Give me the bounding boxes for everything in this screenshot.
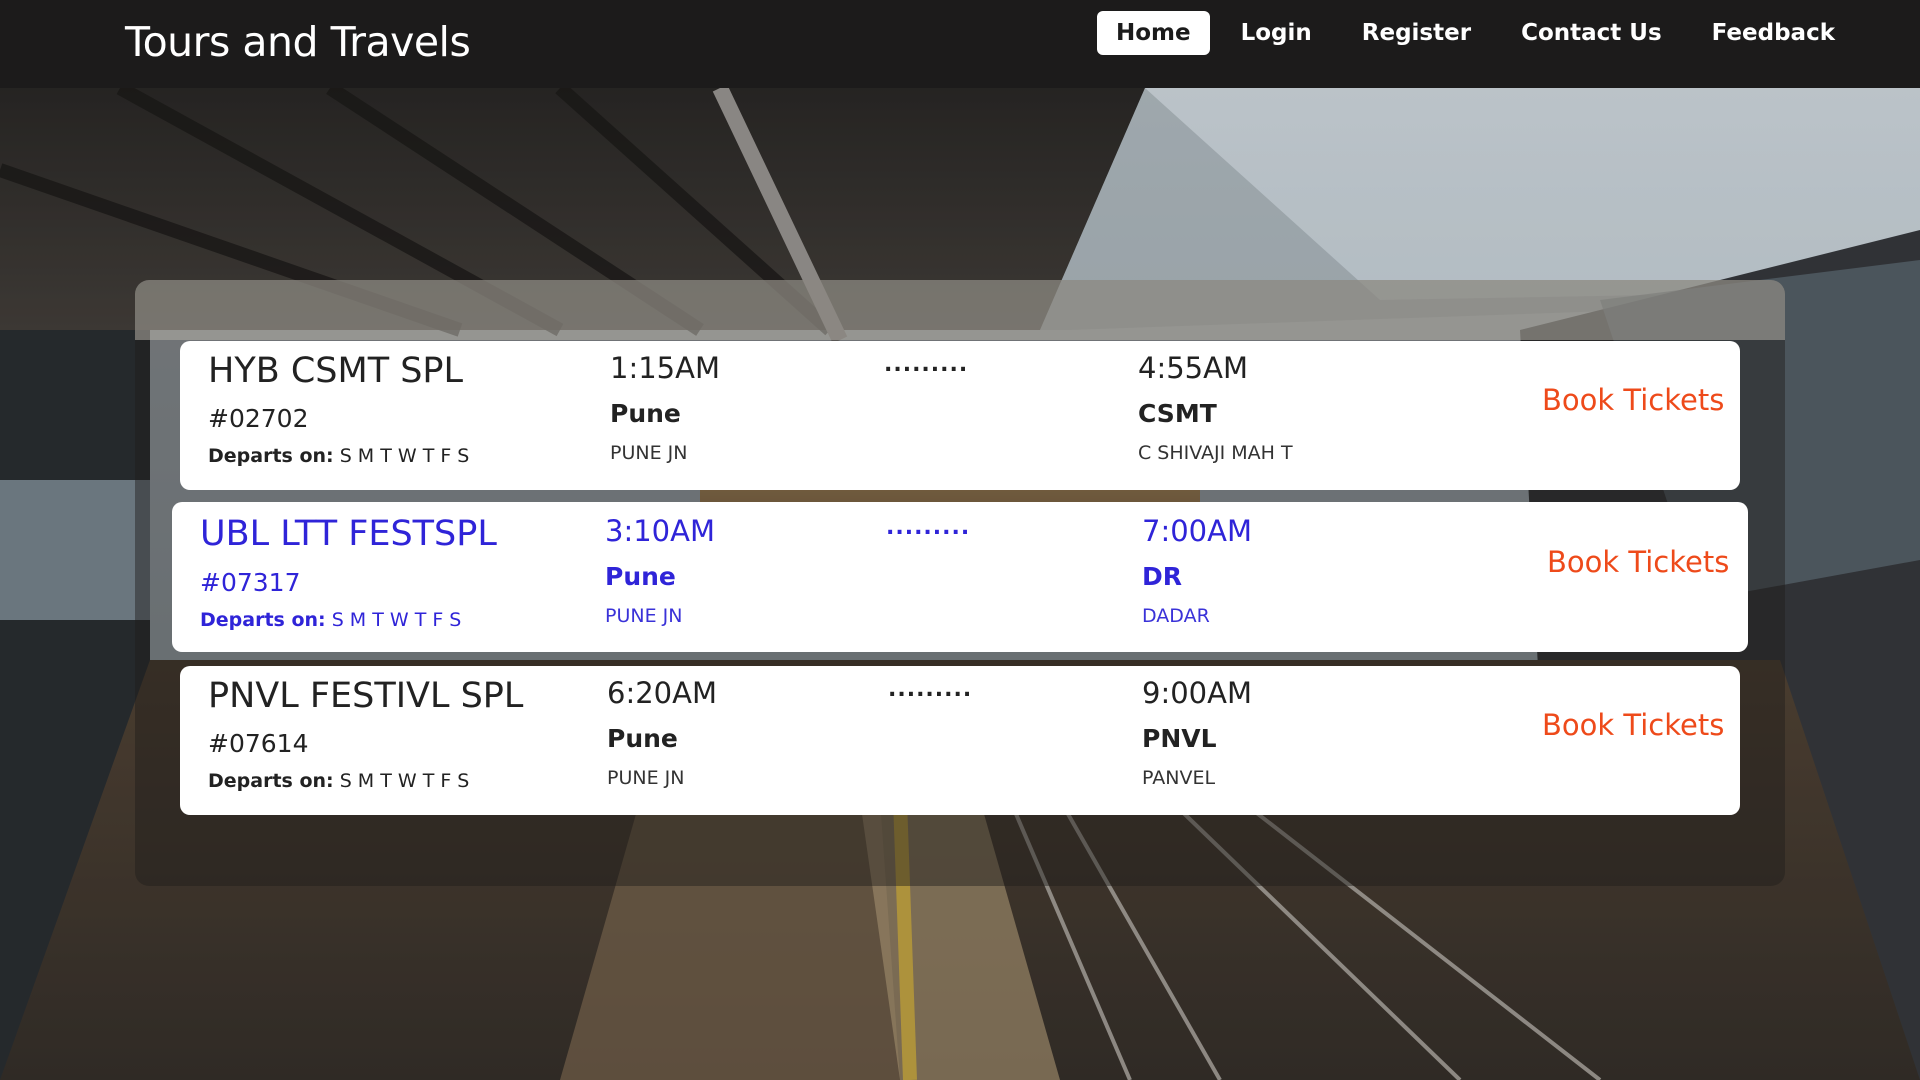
book-tickets-link[interactable]: Book Tickets [1542, 708, 1724, 742]
nav-contact-us[interactable]: Contact Us [1502, 11, 1681, 55]
departs-label: Departs on: [208, 445, 334, 467]
train-name: HYB CSMT SPL [208, 351, 464, 391]
nav-home[interactable]: Home [1096, 11, 1210, 55]
departure-code: Pune [610, 399, 681, 428]
top-navbar: Tours and Travels Home Login Register Co… [0, 0, 1920, 88]
arrival-time: 7:00AM [1142, 514, 1252, 548]
departs-on: Departs on: S M T W T F S [208, 770, 469, 792]
page: Tours and Travels Home Login Register Co… [0, 0, 1920, 1080]
departs-label: Departs on: [200, 609, 326, 631]
departs-on: Departs on: S M T W T F S [208, 445, 469, 467]
departure-time: 6:20AM [607, 676, 717, 710]
book-tickets-link[interactable]: Book Tickets [1547, 545, 1729, 579]
departs-label: Departs on: [208, 770, 334, 792]
departure-station: PUNE JN [605, 605, 683, 627]
book-tickets-link[interactable]: Book Tickets [1542, 383, 1724, 417]
departure-station: PUNE JN [610, 442, 688, 464]
train-number: #07317 [200, 568, 301, 597]
departure-time: 1:15AM [610, 351, 720, 385]
departure-code: Pune [607, 724, 678, 753]
departs-days: S M T W T F S [331, 609, 462, 631]
train-name: PNVL FESTIVL SPL [208, 676, 524, 716]
nav-login[interactable]: Login [1222, 11, 1331, 55]
train-card: UBL LTT FESTSPL #07317 Departs on: S M T… [172, 502, 1748, 652]
arrival-code: CSMT [1138, 399, 1217, 428]
train-number: #02702 [208, 404, 309, 433]
route-separator: ......... [884, 352, 969, 377]
route-separator: ......... [886, 515, 971, 540]
train-card: PNVL FESTIVL SPL #07614 Departs on: S M … [180, 666, 1740, 815]
brand-title[interactable]: Tours and Travels [125, 18, 471, 66]
arrival-time: 4:55AM [1138, 351, 1248, 385]
arrival-time: 9:00AM [1142, 676, 1252, 710]
departure-code: Pune [605, 562, 676, 591]
nav-register[interactable]: Register [1343, 11, 1490, 55]
departs-on: Departs on: S M T W T F S [200, 609, 461, 631]
arrival-station: DADAR [1142, 605, 1210, 627]
departs-days: S M T W T F S [339, 445, 470, 467]
route-separator: ......... [888, 677, 973, 702]
arrival-code: DR [1142, 562, 1183, 591]
results-panel-header [135, 280, 1785, 340]
arrival-station: PANVEL [1142, 767, 1216, 789]
arrival-code: PNVL [1142, 724, 1217, 753]
train-card: HYB CSMT SPL #02702 Departs on: S M T W … [180, 341, 1740, 490]
arrival-station: C SHIVAJI MAH T [1138, 442, 1293, 464]
train-name: UBL LTT FESTSPL [200, 514, 497, 554]
departure-station: PUNE JN [607, 767, 685, 789]
nav-menu: Home Login Register Contact Us Feedback [1096, 8, 1920, 58]
departure-time: 3:10AM [605, 514, 715, 548]
nav-feedback[interactable]: Feedback [1693, 11, 1854, 55]
departs-days: S M T W T F S [339, 770, 470, 792]
train-number: #07614 [208, 729, 309, 758]
